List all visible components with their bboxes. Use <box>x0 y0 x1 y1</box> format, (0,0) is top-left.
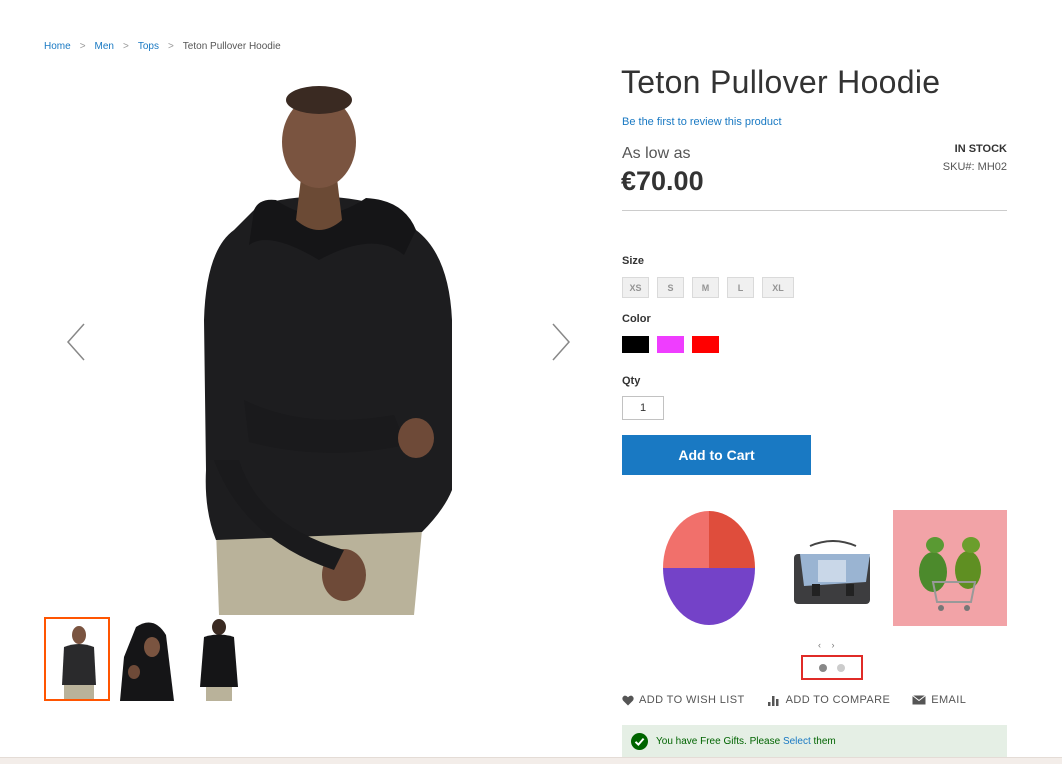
product-sku: SKU#: MH02 <box>900 161 1007 173</box>
check-circle-icon <box>631 733 648 750</box>
free-gift-message: You have Free Gifts. Please Select them <box>622 725 1007 758</box>
gallery-thumbnail[interactable] <box>44 617 110 701</box>
breadcrumb-separator: > <box>79 41 86 52</box>
breadcrumb-home[interactable]: Home <box>44 41 71 52</box>
breadcrumb-separator: > <box>167 41 174 52</box>
size-option-s[interactable]: S <box>657 277 684 298</box>
envelope-icon <box>912 695 927 705</box>
compare-chart-icon <box>767 695 779 706</box>
size-option-m[interactable]: M <box>692 277 719 298</box>
carousel-slide[interactable] <box>893 510 1007 631</box>
carousel-dot[interactable] <box>837 663 845 672</box>
breadcrumb-current: Teton Pullover Hoodie <box>182 41 281 52</box>
size-options: XS S M L XL <box>622 277 794 298</box>
chevron-left-icon <box>66 323 85 361</box>
size-option-l[interactable]: L <box>727 277 754 298</box>
carousel-dot[interactable] <box>819 663 827 672</box>
gallery-prev-arrow[interactable] <box>64 320 88 364</box>
add-to-compare-link[interactable]: ADD TO COMPARE <box>767 694 891 706</box>
thumbnail-image <box>186 617 252 701</box>
breadcrumb: Home > Men > Tops > Teton Pullover Hoodi… <box>44 41 281 52</box>
carousel-slide[interactable] <box>790 540 876 617</box>
hoodie-model-image <box>204 86 452 615</box>
breadcrumb-separator: > <box>122 41 129 52</box>
thumbnail-image <box>46 619 108 699</box>
messenger-bag-image <box>794 540 870 604</box>
compare-label: ADD TO COMPARE <box>785 694 891 706</box>
breadcrumb-tops[interactable]: Tops <box>138 41 159 52</box>
gallery-thumbnail[interactable] <box>186 617 252 701</box>
review-link[interactable]: Be the first to review this product <box>622 116 782 128</box>
chevron-right-icon <box>552 323 571 361</box>
breadcrumb-men[interactable]: Men <box>95 41 114 52</box>
product-actions: ADD TO WISH LIST ADD TO COMPARE EMAIL <box>622 694 966 706</box>
gift-message-suffix: them <box>813 736 836 747</box>
price-prefix: As low as <box>622 145 691 162</box>
size-option-xs[interactable]: XS <box>622 277 649 298</box>
gift-message-text: You have Free Gifts. Please <box>656 736 781 747</box>
carousel-arrows[interactable]: ‹ › <box>818 640 839 650</box>
size-option-xl[interactable]: XL <box>762 277 794 298</box>
select-gifts-link[interactable]: Select <box>783 736 811 747</box>
heart-icon <box>622 695 634 705</box>
pie-image <box>663 511 755 625</box>
sku-label: SKU#: <box>942 161 975 173</box>
product-title: Teton Pullover Hoodie <box>621 64 941 100</box>
add-to-wishlist-link[interactable]: ADD TO WISH LIST <box>622 694 745 706</box>
wishlist-label: ADD TO WISH LIST <box>639 694 745 706</box>
color-label: Color <box>622 313 651 325</box>
sku-value: MH02 <box>977 161 1007 173</box>
thumbnail-image <box>114 617 180 701</box>
carousel-pager <box>801 655 863 680</box>
product-price: €70.00 <box>621 166 704 196</box>
gallery-next-arrow[interactable] <box>549 320 573 364</box>
qty-label: Qty <box>622 375 641 387</box>
carousel-slide[interactable] <box>660 508 758 633</box>
email-link[interactable]: EMAIL <box>912 694 966 706</box>
color-options <box>622 336 719 353</box>
add-to-cart-button[interactable]: Add to Cart <box>622 435 811 475</box>
color-swatch-purple[interactable] <box>657 336 684 353</box>
gallery-thumbnail[interactable] <box>114 617 180 701</box>
email-label: EMAIL <box>931 694 967 706</box>
qty-input[interactable] <box>622 396 664 420</box>
dinosaur-cart-image <box>893 510 1007 626</box>
size-label: Size <box>622 255 645 267</box>
divider <box>622 210 1007 211</box>
product-main-image[interactable] <box>44 70 584 615</box>
color-swatch-black[interactable] <box>622 336 649 353</box>
stock-status: IN STOCK <box>954 143 1007 155</box>
color-swatch-red[interactable] <box>692 336 719 353</box>
